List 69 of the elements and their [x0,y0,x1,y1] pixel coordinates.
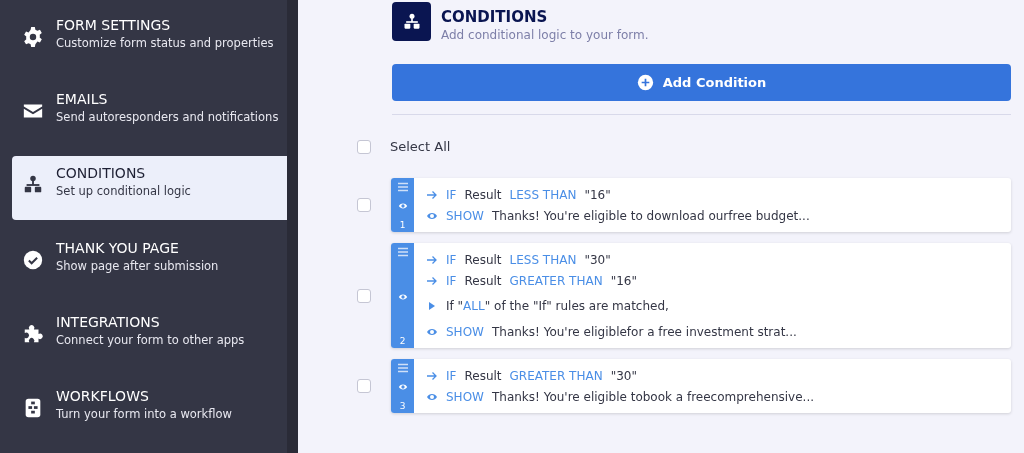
condition-card[interactable]: 2 IF Result LESS THAN "30" IF Result GREATER THAN "16" If "ALL" of the "If" rules are matched, SHOW Thanks! You're eligiblefor a free investment strat... [391,243,1011,348]
checkbox[interactable] [357,379,371,393]
item-title: INTEGRATIONS [56,312,161,332]
sidebar-item[interactable]: EMAILS Send autoresponders and notifications [12,82,287,146]
rule-text: Thanks! You're eligible tobook a freecomprehensive... [491,389,815,404]
checkbox[interactable] [357,139,371,154]
rule-keyword: IF [446,273,457,288]
add-condition-button[interactable]: Add Condition [392,64,1011,101]
item-title: WORKFLOWS [56,386,150,406]
eye-icon[interactable] [396,201,409,211]
item-title: FORM SETTINGS [56,16,172,35]
plus-circle-icon [636,74,654,91]
item-subtitle: Connect your form to other apps [56,331,245,349]
rule-sentence: If "ALL" of the "If" rules are matched, [446,299,669,313]
rule-keyword: SHOW [446,389,484,404]
eye-icon[interactable] [396,382,409,392]
rule-field: Result [464,252,502,267]
item-subtitle: Show page after submission [56,257,219,275]
item-title: THANK YOU PAGE [56,238,180,258]
condition-card[interactable]: 1 IF Result LESS THAN "16" SHOW Thanks! You're eligible to download ourfree budget... [391,178,1011,232]
rule-field: Result [464,273,502,288]
item-subtitle: Customize form status and properties [56,35,274,52]
sidebar-item[interactable]: FORM SETTINGS Customize form status and properties [12,8,287,72]
sidebar-item[interactable]: CONDITIONS Set up conditional logic [12,156,287,220]
sidebar-item[interactable]: THANK YOU PAGE Show page after submission [12,230,287,294]
sidebar-item[interactable]: INTEGRATIONS Connect your form to other apps [12,304,287,368]
arrow-right-icon [426,274,438,287]
gear-icon [22,26,44,48]
condition-number: 1 [399,220,406,230]
page-subtitle: Add conditional logic to your form. [441,28,649,42]
sidebar-item[interactable]: WORKFLOWS Turn your form into a workflow [12,378,287,443]
condition-number: 3 [399,401,406,411]
arrow-right-icon [426,369,438,382]
item-subtitle: Set up conditional logic [56,183,191,201]
rule-field: Result [464,187,502,202]
item-subtitle: Send autoresponders and notifications [56,109,279,127]
check-circle-icon [22,248,44,271]
rule-operator: GREATER THAN [509,368,603,383]
rule-operator: LESS THAN [509,252,577,267]
arrow-right-icon [426,188,438,201]
puzzle-icon [22,322,44,345]
arrow-right-icon [426,253,438,266]
checkbox[interactable] [357,198,371,212]
scrollbar[interactable] [287,0,298,453]
rule-operator: LESS THAN [509,187,577,202]
rule-operator: GREATER THAN [509,273,603,288]
rule-keyword: IF [446,368,457,383]
condition-card[interactable]: 3 IF Result GREATER THAN "30" SHOW Thanks! You're eligible tobook a freecomprehensive... [391,359,1011,413]
rule-text: Thanks! You're eligible to download ourfree budget... [491,208,810,223]
condition-number: 2 [399,336,406,346]
select-all-label: Select All [390,139,451,154]
item-title: CONDITIONS [56,164,147,184]
drag-handle-icon[interactable] [396,363,409,373]
rule-field: Result [464,368,502,383]
page-title: CONDITIONS [441,8,549,26]
rule-keyword: SHOW [446,208,484,223]
rule-text: Thanks! You're eligiblefor a free investment strat... [491,324,797,339]
checkbox[interactable] [357,288,371,303]
item-title: EMAILS [56,90,109,110]
rule-value: "30" [584,252,611,267]
rule-keyword: IF [446,187,457,202]
rule-value: "16" [610,273,637,288]
rule-keyword: SHOW [446,324,484,339]
drag-handle-icon[interactable] [396,247,409,257]
rule-value: "16" [584,187,611,202]
rule-value: "30" [610,368,637,383]
rule-keyword: IF [446,252,457,267]
item-subtitle: Turn your form into a workflow [56,405,232,423]
drag-handle-icon[interactable] [396,182,409,192]
